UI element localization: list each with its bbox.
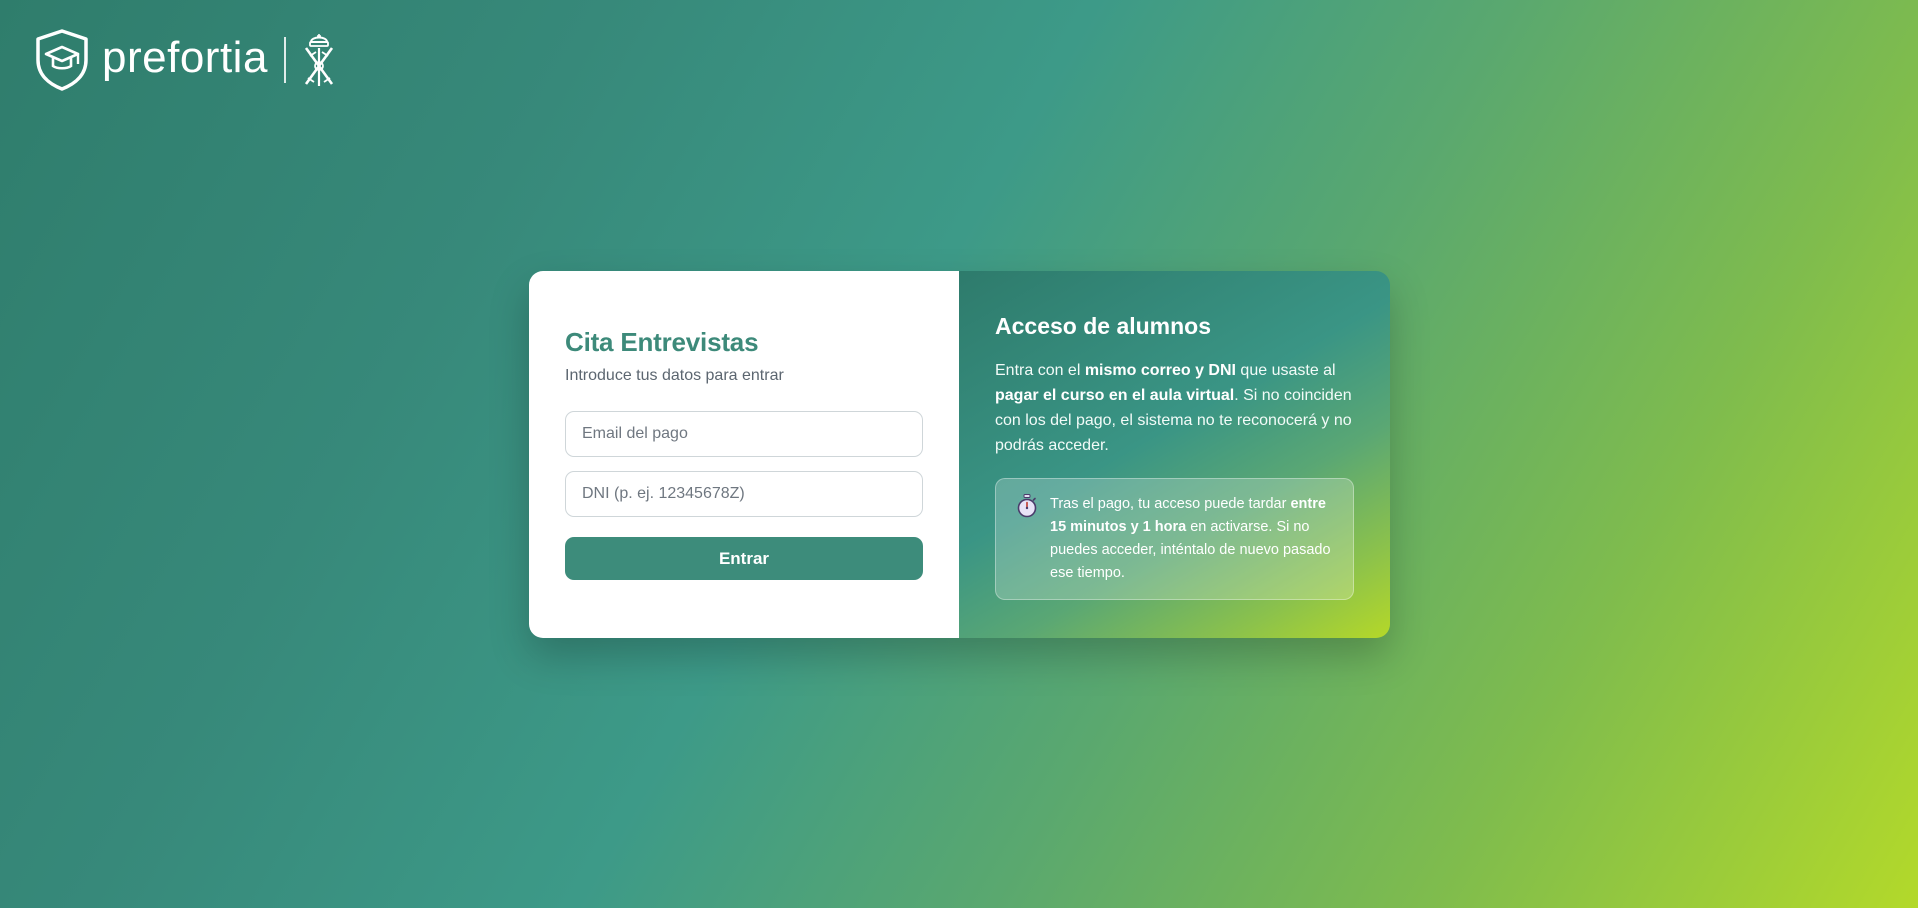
guardia-civil-crest-icon xyxy=(304,34,333,86)
brand-name: prefortia xyxy=(102,33,268,82)
login-subtitle: Introduce tus datos para entrar xyxy=(565,367,784,384)
logo-divider xyxy=(283,37,286,83)
highlight-pay-course: pagar el curso en el aula virtual xyxy=(995,387,1235,404)
dni-input[interactable] xyxy=(565,471,923,517)
info-panel: Acceso de alumnos Entra con el mismo cor… xyxy=(959,271,1390,638)
email-input[interactable] xyxy=(565,411,923,457)
activation-notice-text: Tras el pago, tu acceso puede tardar ent… xyxy=(1050,496,1331,581)
login-title: Cita Entrevistas xyxy=(565,327,759,357)
stopwatch-icon xyxy=(1017,494,1037,518)
login-card: Cita Entrevistas Introduce tus datos par… xyxy=(529,271,1390,638)
activation-notice: Tras el pago, tu acceso puede tardar ent… xyxy=(995,478,1354,600)
info-title: Acceso de alumnos xyxy=(995,313,1212,339)
graduation-cap-shield-icon xyxy=(36,29,88,91)
brand-logo[interactable]: prefortia xyxy=(34,28,338,92)
login-panel: Cita Entrevistas Introduce tus datos par… xyxy=(529,271,959,638)
highlight-same-email-dni: mismo correo y DNI xyxy=(1084,362,1236,379)
info-description: Entra con el mismo correo y DNI que usas… xyxy=(995,362,1352,454)
submit-button[interactable]: Entrar xyxy=(565,537,923,580)
